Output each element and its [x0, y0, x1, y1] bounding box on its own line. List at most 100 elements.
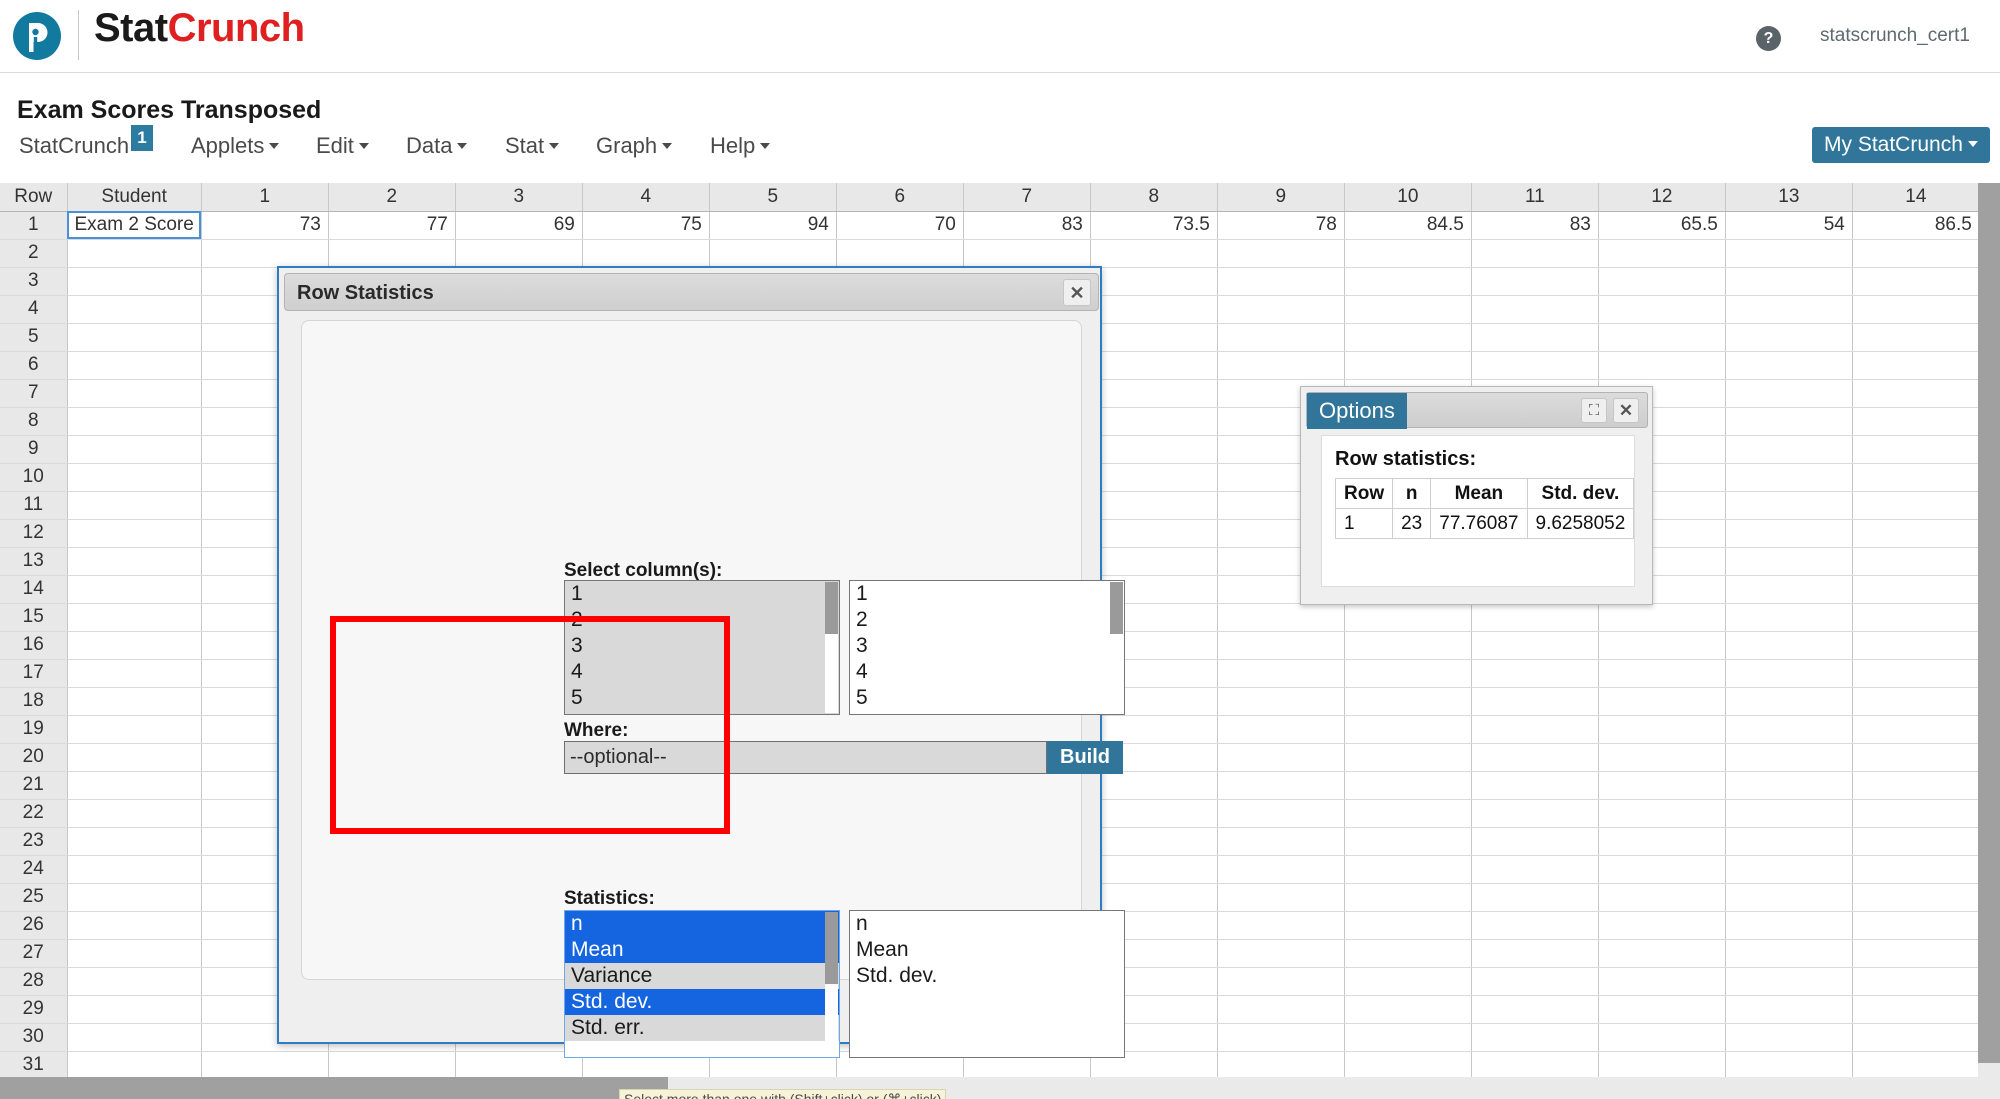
- column-header-student[interactable]: Student: [67, 183, 201, 211]
- row-number[interactable]: 11: [0, 491, 67, 519]
- list-item[interactable]: 4: [850, 659, 1124, 685]
- cell-c12-r1[interactable]: 65.5: [1598, 211, 1725, 239]
- column-header-8[interactable]: 8: [1090, 183, 1217, 211]
- cell-c2-r1[interactable]: 77: [328, 211, 455, 239]
- column-header-13[interactable]: 13: [1725, 183, 1852, 211]
- column-header-5[interactable]: 5: [709, 183, 836, 211]
- row-number[interactable]: 13: [0, 547, 67, 575]
- my-statcrunch-button[interactable]: My StatCrunch: [1812, 127, 1990, 163]
- column-header-10[interactable]: 10: [1344, 183, 1471, 211]
- row-number[interactable]: 2: [0, 239, 67, 267]
- column-header-14[interactable]: 14: [1852, 183, 1979, 211]
- row-number[interactable]: 8: [0, 407, 67, 435]
- column-header-row[interactable]: Row: [0, 183, 67, 211]
- column-header-4[interactable]: 4: [582, 183, 709, 211]
- menu-item-statcrunch[interactable]: StatCrunch: [17, 133, 146, 159]
- build-button[interactable]: Build: [1047, 741, 1123, 774]
- list-item-variance[interactable]: Variance: [565, 963, 839, 989]
- listbox-scrollbar-thumb[interactable]: [1110, 582, 1123, 634]
- listbox-scrollbar-thumb[interactable]: [825, 582, 838, 634]
- list-item[interactable]: 3: [565, 633, 839, 659]
- username-label[interactable]: statscrunch_cert1: [1820, 25, 1970, 47]
- cell-c14-r1[interactable]: 86.5: [1852, 211, 1979, 239]
- close-icon[interactable]: ✕: [1613, 398, 1639, 423]
- row-number[interactable]: 17: [0, 659, 67, 687]
- row-number[interactable]: 26: [0, 911, 67, 939]
- cell-c8-r1[interactable]: 73.5: [1090, 211, 1217, 239]
- row-number[interactable]: 20: [0, 743, 67, 771]
- list-item[interactable]: 3: [850, 633, 1124, 659]
- list-item[interactable]: 2: [850, 607, 1124, 633]
- column-header-11[interactable]: 11: [1471, 183, 1598, 211]
- column-header-7[interactable]: 7: [963, 183, 1090, 211]
- list-item[interactable]: Std. dev.: [850, 963, 1124, 989]
- cell-c5-r1[interactable]: 94: [709, 211, 836, 239]
- menu-item-help[interactable]: Help: [708, 133, 772, 159]
- menu-item-applets[interactable]: Applets: [189, 133, 281, 159]
- list-item[interactable]: 2: [565, 607, 839, 633]
- row-number[interactable]: 16: [0, 631, 67, 659]
- row-number[interactable]: 30: [0, 1023, 67, 1051]
- menu-item-edit[interactable]: Edit: [314, 133, 371, 159]
- dialog-titlebar[interactable]: Row Statistics ✕: [284, 273, 1099, 311]
- row-number[interactable]: 19: [0, 715, 67, 743]
- list-item[interactable]: 4: [565, 659, 839, 685]
- selected-columns-listbox[interactable]: 1 2 3 4 5: [849, 580, 1125, 715]
- menu-item-data[interactable]: Data: [404, 133, 469, 159]
- menu-item-graph[interactable]: Graph: [594, 133, 674, 159]
- row-number[interactable]: 23: [0, 827, 67, 855]
- vertical-scrollbar-thumb[interactable]: [1978, 183, 2000, 1063]
- list-item[interactable]: 5: [565, 685, 839, 711]
- list-item[interactable]: 1: [850, 581, 1124, 607]
- expand-icon[interactable]: ⛶: [1581, 398, 1607, 423]
- column-header-9[interactable]: 9: [1217, 183, 1344, 211]
- cell-c11-r1[interactable]: 83: [1471, 211, 1598, 239]
- row-number[interactable]: 12: [0, 519, 67, 547]
- available-columns-listbox[interactable]: 1 2 3 4 5: [564, 580, 840, 715]
- close-icon[interactable]: ✕: [1063, 279, 1091, 306]
- cell-student[interactable]: [67, 239, 201, 267]
- row-number[interactable]: 3: [0, 267, 67, 295]
- list-item[interactable]: Mean: [850, 937, 1124, 963]
- list-item[interactable]: 1: [565, 581, 839, 607]
- row-number[interactable]: 5: [0, 323, 67, 351]
- cell-c13-r1[interactable]: 54: [1725, 211, 1852, 239]
- column-header-3[interactable]: 3: [455, 183, 582, 211]
- table-row[interactable]: 1 Exam 2 Score 73 77 69 75 94 70 83 73.5…: [0, 211, 1979, 239]
- cell-c1-r1[interactable]: 73: [201, 211, 328, 239]
- row-number[interactable]: 28: [0, 967, 67, 995]
- listbox-scrollbar-thumb[interactable]: [825, 912, 838, 984]
- row-number[interactable]: 29: [0, 995, 67, 1023]
- options-tab[interactable]: Options: [1307, 393, 1407, 429]
- where-input[interactable]: --optional--: [564, 741, 1047, 774]
- list-item-n[interactable]: n: [565, 911, 839, 937]
- row-number[interactable]: 25: [0, 883, 67, 911]
- cell-c7-r1[interactable]: 83: [963, 211, 1090, 239]
- row-number[interactable]: 6: [0, 351, 67, 379]
- list-item-mean[interactable]: Mean: [565, 937, 839, 963]
- row-number[interactable]: 31: [0, 1051, 67, 1079]
- help-icon[interactable]: ?: [1756, 26, 1781, 51]
- column-header-2[interactable]: 2: [328, 183, 455, 211]
- menu-item-stat[interactable]: Stat: [503, 133, 561, 159]
- row-number[interactable]: 1: [0, 211, 67, 239]
- row-number[interactable]: 10: [0, 463, 67, 491]
- column-header-1[interactable]: 1: [201, 183, 328, 211]
- row-number[interactable]: 22: [0, 799, 67, 827]
- horizontal-scrollbar-thumb[interactable]: [0, 1077, 668, 1099]
- list-item[interactable]: n: [850, 911, 1124, 937]
- list-item[interactable]: 5: [850, 685, 1124, 711]
- table-row[interactable]: 2: [0, 239, 1979, 267]
- cell-c6-r1[interactable]: 70: [836, 211, 963, 239]
- row-number[interactable]: 14: [0, 575, 67, 603]
- column-header-12[interactable]: 12: [1598, 183, 1725, 211]
- row-number[interactable]: 24: [0, 855, 67, 883]
- options-window-titlebar[interactable]: Options ⛶ ✕: [1306, 392, 1648, 428]
- row-number[interactable]: 15: [0, 603, 67, 631]
- cell-c3-r1[interactable]: 69: [455, 211, 582, 239]
- row-number[interactable]: 4: [0, 295, 67, 323]
- row-number[interactable]: 27: [0, 939, 67, 967]
- row-number[interactable]: 21: [0, 771, 67, 799]
- cell-student-row1[interactable]: Exam 2 Score: [67, 211, 201, 239]
- row-number[interactable]: 18: [0, 687, 67, 715]
